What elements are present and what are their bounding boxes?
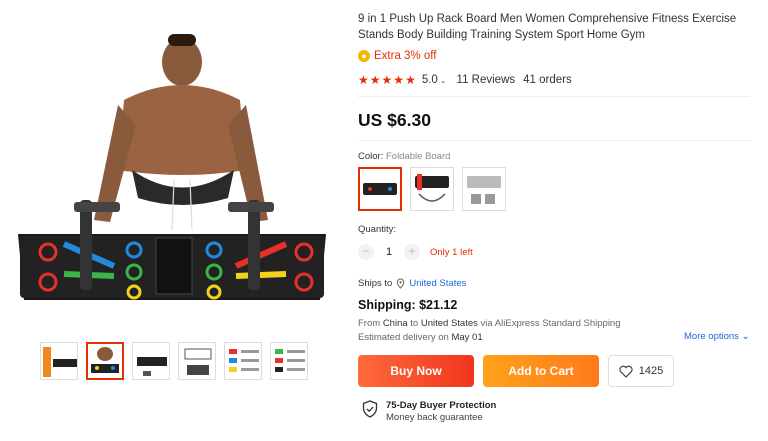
- star-icon: ★: [358, 73, 369, 87]
- wishlist-button[interactable]: 1425: [608, 355, 674, 387]
- thumbnail-5[interactable]: [224, 342, 262, 380]
- thumbnail-image: [229, 349, 259, 372]
- from-prefix: From: [358, 318, 381, 329]
- shipping-route: From China to United States via AliExpre…: [358, 318, 621, 329]
- shield-check-icon: [362, 400, 378, 418]
- thumbnail-4[interactable]: [178, 342, 216, 380]
- product-main-image[interactable]: [14, 30, 336, 310]
- stock-warning: Only 1 left: [430, 246, 473, 258]
- protection-title: 75-Day Buyer Protection: [386, 400, 497, 411]
- quantity-decrease-button[interactable]: −: [358, 244, 374, 260]
- chevron-down-icon[interactable]: ⌄: [440, 76, 447, 85]
- to-country: United States: [420, 318, 478, 329]
- estimated-delivery: Estimated delivery on May 01: [358, 332, 483, 343]
- ships-to-country-link[interactable]: United States: [409, 278, 466, 289]
- thumbnail-1[interactable]: [40, 342, 78, 380]
- more-options-link[interactable]: More options ⌄: [684, 331, 750, 342]
- thumbnail-3[interactable]: [132, 342, 170, 380]
- orders-count: 41 orders: [523, 74, 572, 86]
- thumbnail-2[interactable]: [86, 342, 124, 380]
- thumbnail-image: [275, 349, 305, 372]
- protection-subtitle: Money back guarantee: [386, 412, 483, 423]
- pushup-board-image: [18, 34, 326, 300]
- chevron-down-icon: ⌄: [741, 331, 750, 342]
- coin-icon: ●: [358, 50, 370, 62]
- thumbnail-image: [137, 357, 167, 376]
- buyer-protection: 75-Day Buyer Protection Money back guara…: [362, 400, 496, 423]
- wishlist-count: 1425: [638, 365, 664, 377]
- color-swatches: [358, 167, 506, 211]
- buy-now-button[interactable]: Buy Now: [358, 355, 474, 387]
- star-icon: ★: [393, 73, 405, 87]
- color-label-key: Color:: [358, 151, 384, 162]
- swatch-3[interactable]: [462, 167, 506, 211]
- rating-row: ★ ★ ★ ★ ★ 5.0 ⌄ 11 Reviews 41 orders: [358, 74, 572, 86]
- discount-text: Extra 3% off: [374, 50, 437, 62]
- color-label-value: Foldable Board: [385, 151, 451, 162]
- thumbnail-image: [184, 348, 212, 375]
- quantity-increase-button[interactable]: +: [404, 244, 420, 260]
- swatch-image: [363, 183, 397, 195]
- quantity-label: Quantity:: [358, 224, 397, 235]
- to-prefix: to: [410, 318, 419, 329]
- divider: [358, 140, 750, 141]
- protection-text: 75-Day Buyer Protection Money back guara…: [386, 400, 496, 423]
- rating-stars: ★ ★ ★ ★ ★: [358, 74, 416, 86]
- delivery-prefix: Estimated delivery on: [358, 332, 449, 343]
- star-icon: ★: [369, 73, 381, 87]
- shipping-cost: Shipping: $21.12: [358, 298, 458, 312]
- thumbnail-strip: [40, 342, 308, 380]
- swatch-foldable-board[interactable]: [358, 167, 402, 211]
- product-title: 9 in 1 Push Up Rack Board Men Women Comp…: [358, 13, 737, 41]
- discount-badge[interactable]: ● Extra 3% off: [358, 50, 436, 62]
- star-icon: ★: [405, 73, 416, 87]
- swatch-2[interactable]: [410, 167, 454, 211]
- thumbnail-6[interactable]: [270, 342, 308, 380]
- quantity-value[interactable]: 1: [384, 246, 394, 258]
- rating-value[interactable]: 5.0: [422, 74, 438, 86]
- more-options-label: More options: [684, 331, 739, 342]
- ships-to: Ships to United States: [358, 278, 466, 289]
- heart-icon: [619, 365, 633, 378]
- shipping-method: via AliExpress Standard Shipping: [480, 318, 621, 329]
- add-to-cart-button[interactable]: Add to Cart: [483, 355, 599, 387]
- from-country: China: [382, 318, 408, 329]
- reviews-link[interactable]: 11 Reviews: [457, 74, 516, 86]
- star-icon: ★: [381, 73, 393, 87]
- quantity-stepper: − 1 + Only 1 left: [358, 244, 473, 260]
- price: US $6.30: [358, 110, 431, 130]
- thumbnail-image: [91, 347, 119, 373]
- location-pin-icon: [397, 278, 405, 289]
- swatch-image: [467, 176, 501, 204]
- thumbnail-image: [43, 347, 77, 377]
- ships-to-label: Ships to: [358, 278, 393, 289]
- color-label: Color: Foldable Board: [358, 151, 450, 162]
- delivery-date: May 01: [451, 332, 483, 343]
- divider: [358, 96, 750, 97]
- swatch-image: [415, 174, 449, 202]
